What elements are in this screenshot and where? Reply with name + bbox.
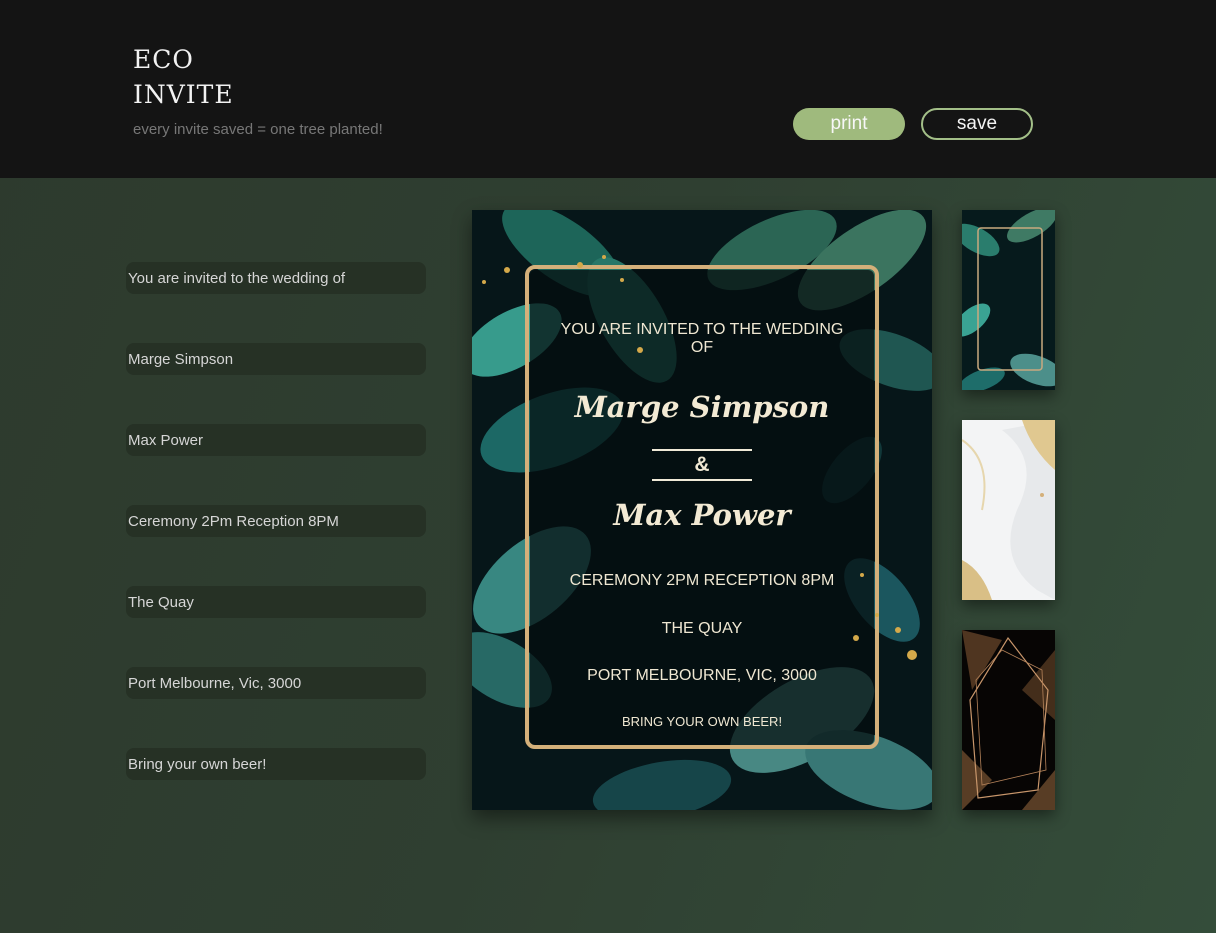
partner2-field[interactable] (126, 424, 426, 456)
preview-venue: THE QUAY (661, 620, 743, 637)
partner1-field[interactable] (126, 343, 426, 375)
invite-preview-card: YOU ARE INVITED TO THE WEDDING OF Marge … (472, 210, 932, 810)
app-header: ECO INVITE every invite saved = one tree… (0, 0, 1216, 178)
divider-bottom (652, 479, 752, 481)
address-field[interactable] (126, 667, 426, 699)
tagline: every invite saved = one tree planted! (133, 121, 383, 138)
brand-logo: ECO INVITE (133, 42, 234, 112)
preview-times: CEREMONY 2PM RECEPTION 8PM (569, 572, 835, 589)
venue-field[interactable] (126, 586, 426, 618)
save-button[interactable]: save (921, 108, 1033, 140)
invite-line-field[interactable] (126, 262, 426, 294)
brand-line-eco: ECO (133, 45, 194, 74)
preview-invite-line: YOU ARE INVITED TO THE WEDDING OF (560, 321, 844, 356)
preview-ampersand: & (694, 453, 710, 476)
preview-address: PORT MELBOURNE, VIC, 3000 (587, 667, 817, 684)
brand-line-invite: INVITE (133, 80, 234, 109)
times-field[interactable] (126, 505, 426, 537)
divider-top (652, 449, 752, 451)
preview-partner1: Marge Simpson (574, 390, 830, 424)
template-thumb-black-gold[interactable] (962, 630, 1055, 810)
preview-partner2: Max Power (613, 498, 791, 532)
note-field[interactable] (126, 748, 426, 780)
template-thumb-green-leaves[interactable] (962, 210, 1055, 390)
preview-note: BRING YOUR OWN BEER! (621, 714, 783, 729)
print-button[interactable]: print (793, 108, 905, 140)
template-thumb-white-gold[interactable] (962, 420, 1055, 600)
